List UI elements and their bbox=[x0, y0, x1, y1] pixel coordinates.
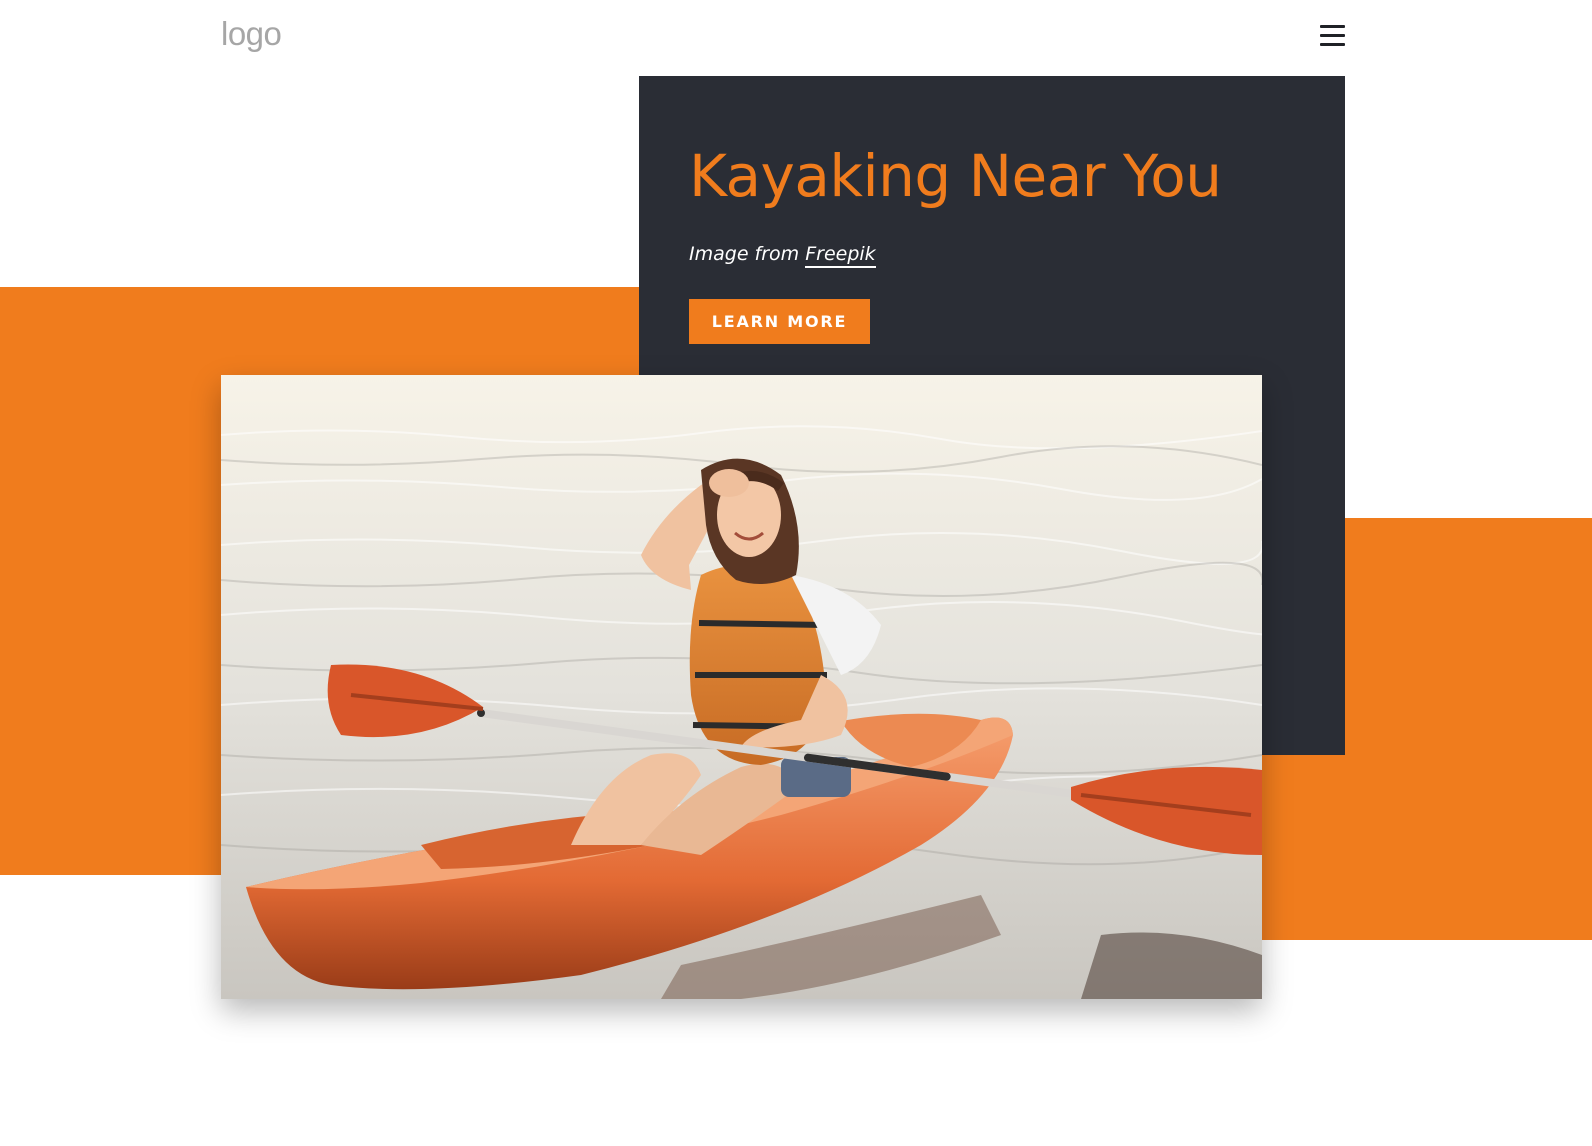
image-credit: Image from Freepik bbox=[689, 240, 876, 268]
freepik-link[interactable]: Freepik bbox=[805, 243, 876, 268]
hero-title: Kayaking Near You bbox=[689, 142, 1222, 210]
image-credit-prefix: Image from bbox=[689, 243, 806, 265]
kayak-illustration bbox=[221, 375, 1262, 999]
menu-line bbox=[1320, 43, 1345, 46]
menu-line bbox=[1320, 25, 1345, 28]
logo[interactable]: logo bbox=[221, 14, 282, 54]
menu-line bbox=[1320, 34, 1345, 37]
hamburger-menu-icon[interactable] bbox=[1320, 24, 1345, 46]
kayak-photo bbox=[221, 375, 1262, 999]
learn-more-button[interactable]: LEARN MORE bbox=[689, 299, 870, 344]
